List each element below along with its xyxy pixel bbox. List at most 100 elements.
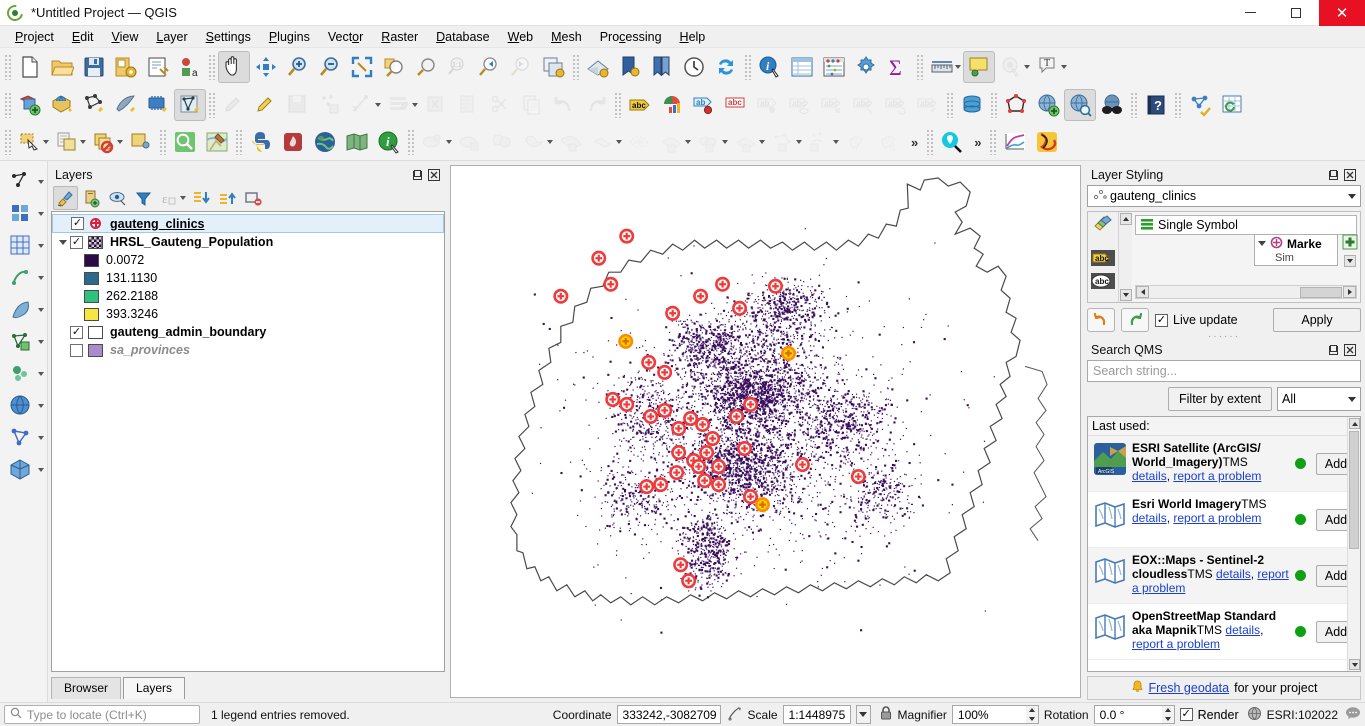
scroll-left-icon[interactable] [1136,286,1149,298]
add-delimited-text-layer-icon[interactable] [78,89,110,121]
qms-search-icon[interactable] [169,126,201,158]
info-plugin-icon[interactable]: i [373,126,405,158]
render-checkbox[interactable]: ✓ [1179,708,1193,721]
clinic-marker[interactable] [697,473,713,489]
styling-tab-scroll[interactable] [1118,212,1132,302]
open-layer-styling-panel-icon[interactable] [53,186,78,210]
python-console-icon[interactable] [245,126,277,158]
fresh-geodata-bar[interactable]: Fresh geodata for your project [1087,676,1361,700]
masks-tab-icon[interactable]: abc [1091,273,1115,292]
toolbar-grip[interactable] [4,92,12,118]
layer-visibility-checkbox[interactable]: ✓ [70,235,83,249]
gps-track-icon[interactable] [1031,126,1063,158]
qms-details-link[interactable]: details [1132,511,1167,525]
map-canvas[interactable] [450,165,1081,698]
pan-to-selection-icon[interactable] [250,51,282,83]
osm-place-search-icon[interactable] [201,126,233,158]
qms-report-link[interactable]: report a problem [1173,511,1261,525]
live-update-checkbox-wrap[interactable]: ✓ Live update [1155,313,1238,327]
clinic-marker[interactable] [715,276,731,292]
menu-web[interactable]: Web [499,28,542,46]
select-value-icon[interactable] [125,126,157,158]
menu-vector[interactable]: Vector [319,28,372,46]
clinic-marker[interactable] [705,430,721,447]
chevron-down-icon[interactable] [1348,396,1356,402]
clinic-marker[interactable] [605,391,621,407]
filter-legend-by-expression-icon[interactable]: ε [157,186,182,210]
maximize-button[interactable] [1273,0,1319,26]
apply-button[interactable]: Apply [1273,308,1361,332]
clinic-marker[interactable] [691,459,707,475]
clinic-marker[interactable] [737,441,753,457]
attribute-table-icon[interactable] [786,51,818,83]
clinic-marker[interactable] [755,497,770,513]
clinic-marker[interactable] [603,276,619,292]
new-virtual-layer-icon[interactable] [174,89,206,121]
clinic-marker[interactable] [618,333,634,349]
close-icon[interactable] [1343,344,1356,357]
undock-icon[interactable] [1327,344,1340,357]
vector-tools-icon[interactable] [1,167,41,197]
new-print-layout-icon[interactable]: a [174,51,206,83]
legend-entry[interactable]: 262.2188 [52,287,444,305]
clinic-marker[interactable] [681,573,697,589]
globe-plugin-icon[interactable] [309,126,341,158]
scroll-thumb[interactable] [1349,431,1359,549]
clinic-marker[interactable] [665,305,681,321]
add-spatialite-layer-icon[interactable] [110,89,142,121]
qms-magnifier-icon[interactable] [936,126,968,158]
toolbar-grip[interactable] [159,129,167,155]
fresh-geodata-link[interactable]: Fresh geodata [1149,681,1230,695]
select-by-expression-icon[interactable] [51,126,83,158]
clinic-marker[interactable] [591,250,607,266]
layer-tree-item[interactable]: ✓ gauteng_admin_boundary [52,323,444,341]
symbol-tree-popup[interactable]: Marke Sim [1254,234,1338,266]
pan-map-icon[interactable] [218,51,250,83]
diagram-layer-icon[interactable] [656,89,688,121]
project-properties-icon[interactable] [142,51,174,83]
crs-value[interactable]: ESRI:102022 [1267,708,1338,722]
add-symbol-layer-icon[interactable] [1342,234,1358,253]
green-map-plugin-icon[interactable] [341,126,373,158]
render-checkbox-wrap[interactable]: ✓ Render [1179,708,1239,722]
clinic-marker[interactable] [850,469,866,485]
qms-details-link[interactable]: details [1132,469,1167,483]
toolbar-grip[interactable] [407,129,415,155]
zoom-out-icon[interactable] [314,51,346,83]
scroll-thumb[interactable] [1300,286,1342,298]
styling-layer-combo[interactable]: gauteng_clinics [1087,185,1361,207]
expand-all-icon[interactable] [189,186,214,210]
redo-icon[interactable] [1121,308,1149,332]
legend-entry[interactable]: 131.1130 [52,269,444,287]
clinic-marker[interactable] [671,445,687,461]
deselect-features-icon[interactable] [88,126,120,158]
clinic-marker[interactable] [669,465,685,481]
clinic-marker[interactable] [699,445,715,461]
spyglass-icon[interactable] [1096,89,1128,121]
clinic-marker[interactable] [619,396,635,412]
toggle-editing-icon[interactable] [250,89,282,121]
live-update-checkbox[interactable]: ✓ [1155,313,1168,327]
zoom-to-selection-icon[interactable] [378,51,410,83]
toolbar-grip[interactable] [235,129,243,155]
qms-result-item[interactable]: EOX::Maps - Sentinel-2 cloudlessTMS deta… [1088,548,1360,604]
clinic-marker[interactable] [641,354,657,370]
symbology-tab-icon[interactable] [1092,215,1114,238]
toggle-extents-icon[interactable] [726,705,743,725]
help-contents-icon[interactable]: ? [1140,89,1172,121]
plot-profile-icon[interactable] [999,126,1031,158]
metasearch-search-icon[interactable] [1064,89,1096,121]
qms-type-filter-combo[interactable]: All [1277,387,1361,411]
add-mesh-layer-icon[interactable] [142,89,174,121]
interpolation-icon[interactable] [1,263,41,293]
new-print-layout-2-icon[interactable] [614,51,646,83]
renderer-combo[interactable]: Single Symbol [1135,215,1357,235]
save-project-as-icon[interactable] [110,51,142,83]
clinic-marker[interactable] [639,479,655,495]
overflow-chevron-2[interactable]: » [968,135,987,150]
measure-line-icon[interactable] [926,51,958,83]
plugin-manager-icon[interactable] [277,126,309,158]
rotate-label-icon[interactable]: abc [720,89,752,121]
legend-entry[interactable]: 393.3246 [52,305,444,323]
toolbar-grip[interactable] [990,92,998,118]
